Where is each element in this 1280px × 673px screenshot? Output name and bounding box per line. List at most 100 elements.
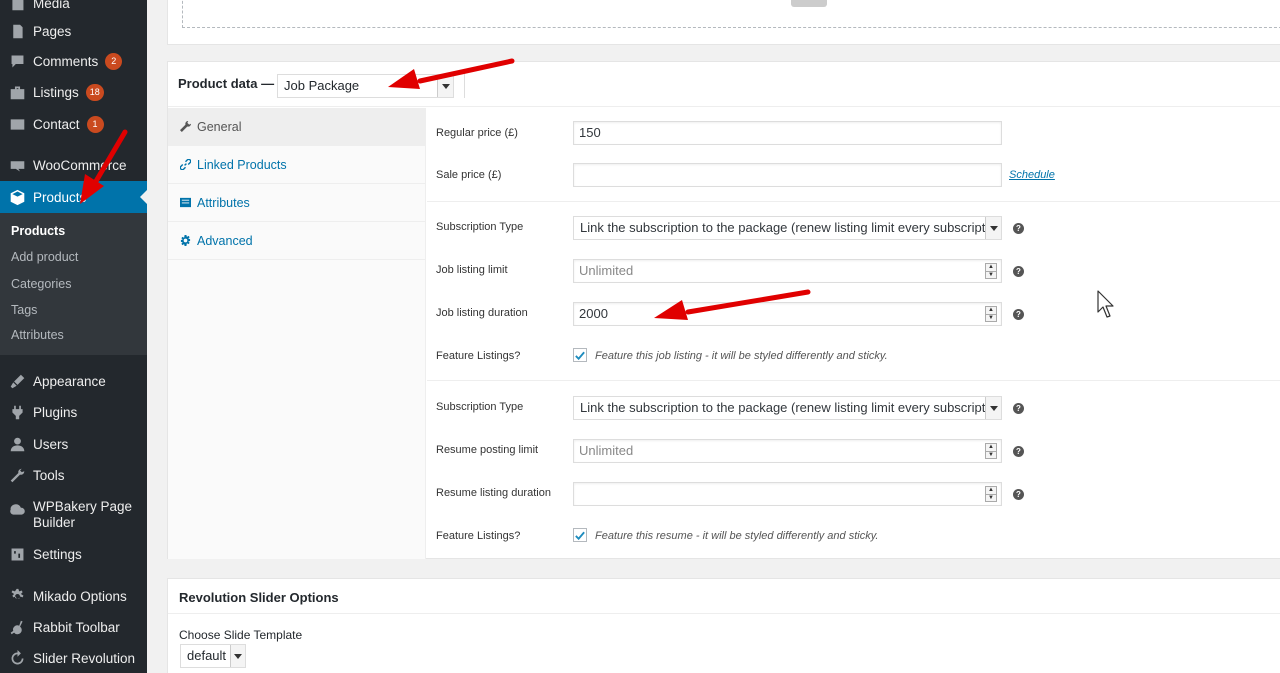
submenu-item-categories[interactable]: Categories	[11, 277, 71, 291]
sidebar-item-label: Users	[33, 436, 69, 452]
resume-posting-limit-placeholder: Unlimited	[579, 443, 634, 458]
sidebar-item-label: Slider Revolution	[33, 650, 136, 666]
section-divider	[427, 201, 1280, 202]
plugins-icon	[7, 402, 27, 422]
tab-attributes[interactable]: Attributes	[168, 184, 425, 222]
sidebar-item-plugins[interactable]: Plugins	[0, 396, 147, 428]
drop-zone	[182, 0, 1280, 28]
link-icon	[178, 159, 192, 170]
help-icon[interactable]: ?	[1013, 403, 1024, 414]
number-spinner[interactable]: ▲ ▼	[985, 263, 997, 279]
revolution-slider-metabox: Revolution Slider Options Choose Slide T…	[167, 578, 1280, 673]
slide-template-label: Choose Slide Template	[179, 628, 303, 642]
sidebar-item-tools[interactable]: Tools	[0, 459, 147, 491]
sidebar-item-mikado-options[interactable]: Mikado Options	[0, 580, 147, 612]
job-subscription-type-label: Subscription Type	[436, 221, 524, 233]
sale-price-label: Sale price (£)	[436, 169, 502, 181]
resume-posting-limit-input[interactable]: Unlimited ▲ ▼	[573, 439, 1002, 463]
sidebar-item-contact[interactable]: Contact 1	[0, 108, 147, 140]
section-divider	[168, 613, 1280, 614]
chevron-down-icon	[230, 645, 245, 667]
resume-subscription-type-select[interactable]: Link the subscription to the package (re…	[573, 396, 1002, 420]
resume-feature-label: Feature Listings?	[436, 530, 521, 542]
sidebar-item-comments[interactable]: Comments 2	[0, 45, 147, 77]
tab-label: Attributes	[197, 195, 250, 210]
revolution-slider-title: Revolution Slider Options	[179, 590, 339, 605]
sidebar-item-label: Mikado Options	[33, 588, 127, 604]
tab-linked-products[interactable]: Linked Products	[168, 146, 425, 184]
products-submenu: Products Add product Categories Tags Att…	[0, 213, 147, 355]
help-icon[interactable]: ?	[1013, 489, 1024, 500]
tab-advanced[interactable]: Advanced	[168, 222, 425, 260]
number-spinner[interactable]: ▲ ▼	[985, 306, 997, 322]
slide-template-select[interactable]: default	[180, 644, 246, 668]
job-listing-duration-input[interactable]: 2000 ▲ ▼	[573, 302, 1002, 326]
drag-handle[interactable]	[791, 0, 827, 7]
resume-feature-checkbox[interactable]	[573, 528, 587, 542]
job-subscription-type-select[interactable]: Link the subscription to the package (re…	[573, 216, 1002, 240]
number-spinner[interactable]: ▲ ▼	[985, 443, 997, 459]
sidebar-item-products[interactable]: Products	[0, 181, 147, 213]
resume-listing-duration-input[interactable]: ▲ ▼	[573, 482, 1002, 506]
sidebar-item-label: Rabbit Toolbar	[33, 619, 120, 635]
regular-price-input[interactable]: 150	[573, 121, 1002, 145]
job-listing-limit-placeholder: Unlimited	[579, 263, 634, 278]
sidebar-item-pages[interactable]: Pages	[0, 15, 147, 47]
sidebar-item-appearance[interactable]: Appearance	[0, 365, 147, 397]
regular-price-label: Regular price (£)	[436, 127, 518, 139]
schedule-link[interactable]: Schedule	[1009, 169, 1055, 181]
sidebar-item-label: Comments	[33, 53, 99, 69]
help-icon[interactable]: ?	[1013, 446, 1024, 457]
sidebar-item-label: WPBakery Page Builder	[33, 499, 133, 530]
number-spinner[interactable]: ▲ ▼	[985, 486, 997, 502]
sidebar-item-label: Settings	[33, 546, 82, 562]
rabbit-icon	[7, 617, 27, 637]
checkmark-icon	[575, 531, 585, 540]
sidebar-item-label: Contact	[33, 116, 80, 132]
tab-general[interactable]: General	[168, 108, 425, 146]
job-feature-label: Feature Listings?	[436, 350, 521, 362]
tab-label: Advanced	[197, 233, 253, 248]
job-listing-duration-label: Job listing duration	[436, 307, 528, 319]
section-divider	[427, 380, 1280, 381]
sidebar-item-wpbakery[interactable]: WPBakery Page Builder	[0, 493, 147, 533]
regular-price-value: 150	[579, 125, 601, 140]
wpbakery-icon	[7, 499, 27, 519]
help-icon[interactable]: ?	[1013, 309, 1024, 320]
tab-label: Linked Products	[197, 157, 287, 172]
submenu-item-tags[interactable]: Tags	[11, 303, 37, 317]
contact-count-badge: 1	[86, 115, 104, 133]
sidebar-item-slider-revolution[interactable]: Slider Revolution	[0, 642, 147, 673]
refresh-icon	[7, 648, 27, 668]
product-type-value: Job Package	[284, 78, 360, 93]
job-subscription-type-value: Link the subscription to the package (re…	[580, 220, 1002, 235]
submenu-item-products[interactable]: Products	[11, 224, 65, 238]
sale-price-input[interactable]	[573, 163, 1002, 187]
sidebar-item-label: Tools	[33, 467, 65, 483]
sidebar-item-users[interactable]: Users	[0, 428, 147, 460]
checkmark-icon	[575, 351, 585, 360]
sidebar-item-label: Appearance	[33, 373, 106, 389]
sidebar-item-woocommerce[interactable]: WooCommerce	[0, 149, 147, 181]
gear-icon	[7, 586, 27, 606]
mouse-cursor-icon	[1097, 290, 1114, 318]
current-menu-arrow	[140, 190, 147, 204]
sidebar-item-settings[interactable]: Settings	[0, 538, 147, 570]
users-icon	[7, 434, 27, 454]
sidebar-item-rabbit-toolbar[interactable]: Rabbit Toolbar	[0, 611, 147, 643]
submenu-item-attributes[interactable]: Attributes	[11, 328, 64, 342]
media-icon	[7, 0, 27, 13]
job-listing-limit-label: Job listing limit	[436, 264, 508, 276]
job-feature-checkbox[interactable]	[573, 348, 587, 362]
job-listing-limit-input[interactable]: Unlimited ▲ ▼	[573, 259, 1002, 283]
sidebar-item-listings[interactable]: Listings 18	[0, 76, 147, 108]
chevron-down-icon	[985, 397, 1001, 419]
wrench-icon	[178, 121, 192, 132]
job-listing-duration-value: 2000	[579, 306, 608, 321]
help-icon[interactable]: ?	[1013, 223, 1024, 234]
woocommerce-icon	[7, 155, 27, 175]
submenu-item-add-product[interactable]: Add product	[11, 250, 78, 264]
list-icon	[178, 197, 192, 208]
help-icon[interactable]: ?	[1013, 266, 1024, 277]
product-type-select[interactable]: Job Package	[277, 74, 454, 98]
